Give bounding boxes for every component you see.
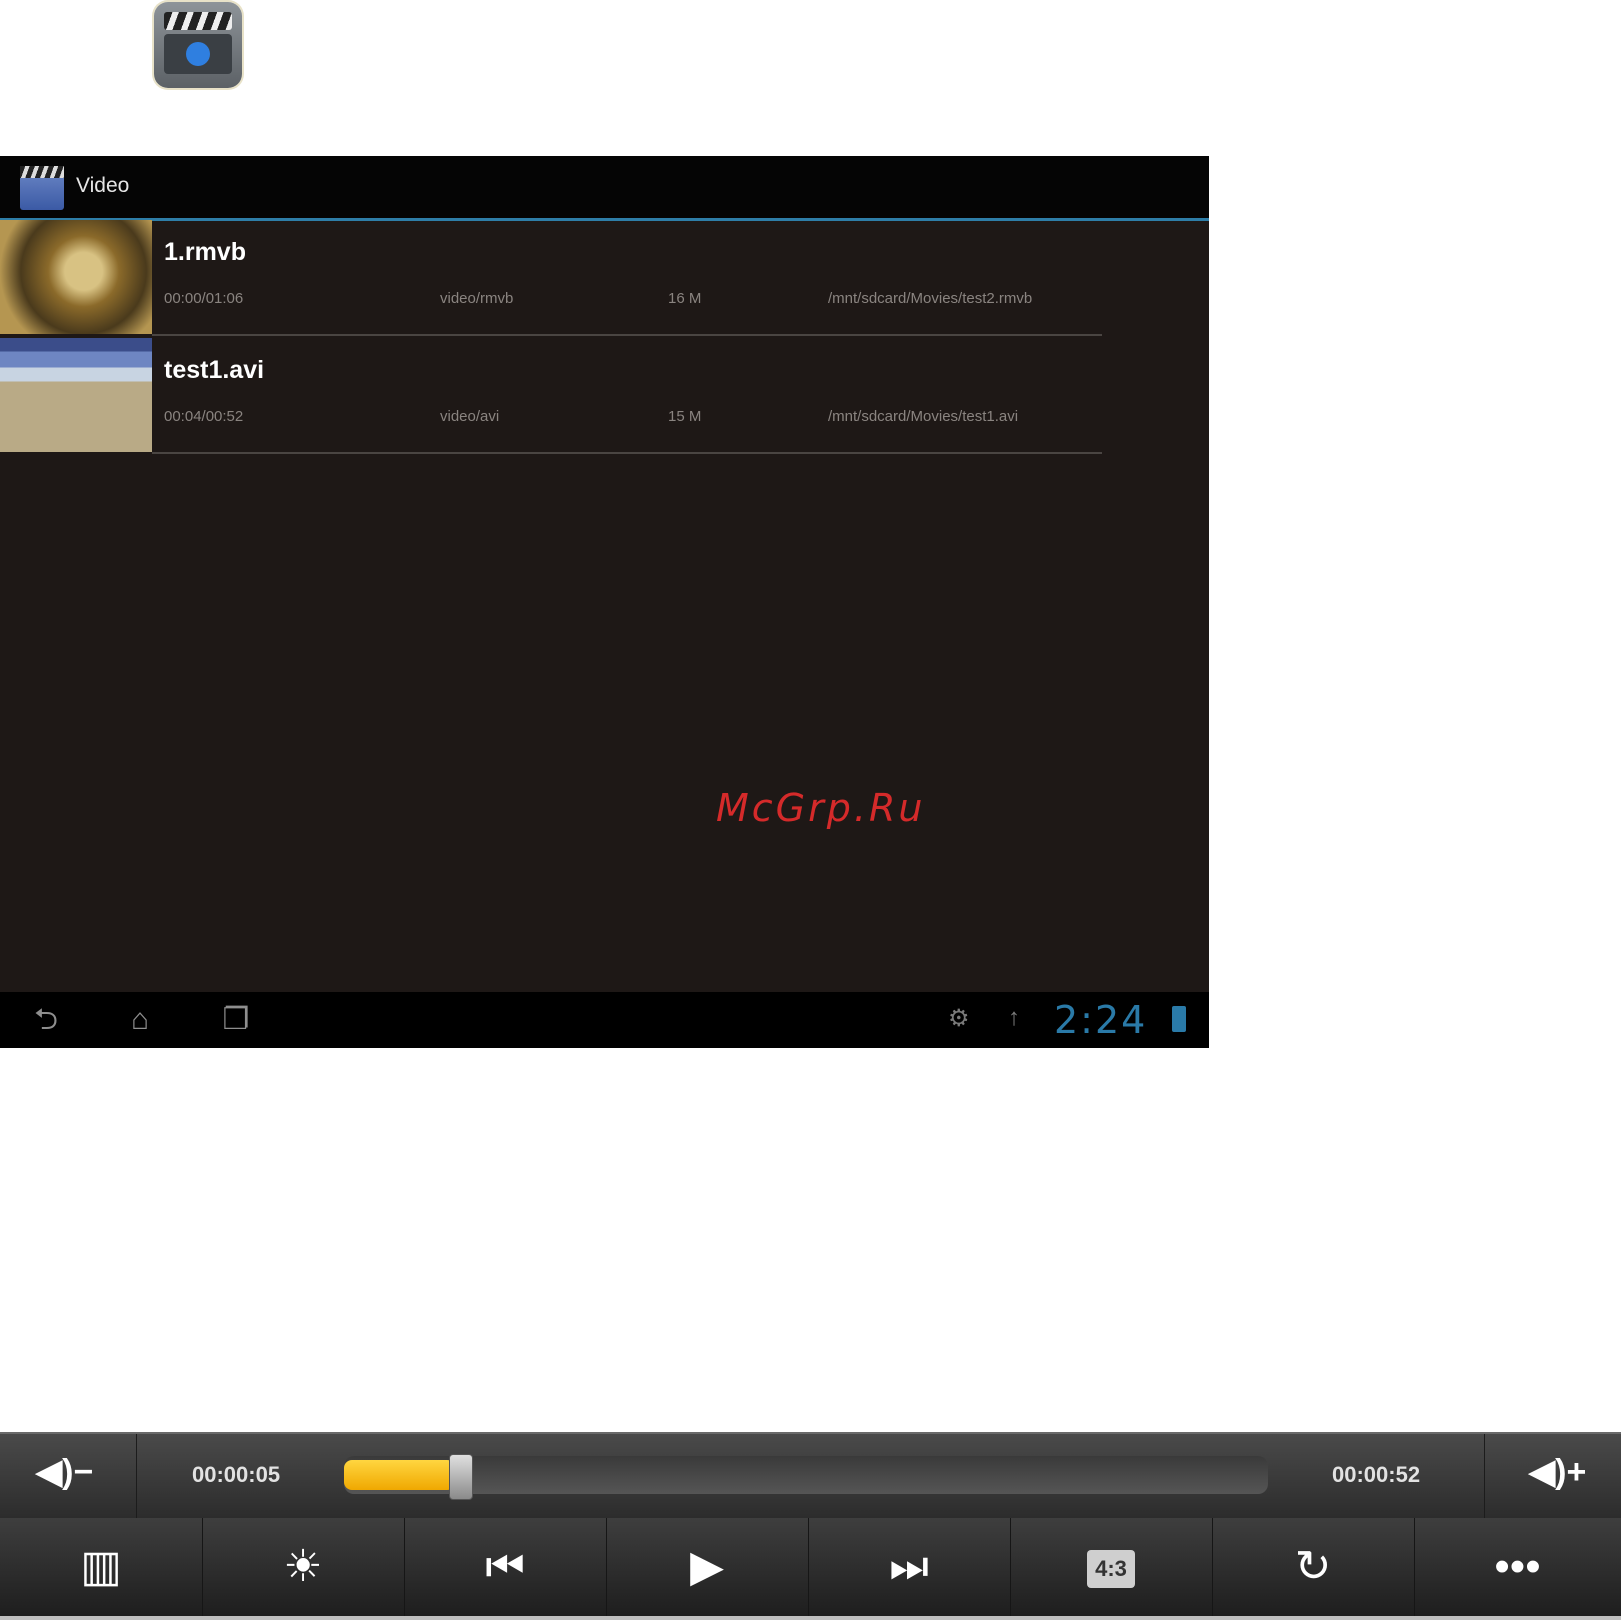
volume-down-button[interactable]: ◀)−	[36, 1452, 93, 1492]
action-bar: Video	[0, 156, 1209, 221]
battery-icon	[1172, 1006, 1186, 1032]
back-icon[interactable]: ⮌	[18, 1000, 74, 1040]
brightness-icon: ☀	[283, 1542, 323, 1591]
recent-apps-icon[interactable]: ❐	[208, 1000, 264, 1040]
video-thumbnail	[0, 338, 152, 452]
video-thumbnail	[0, 220, 152, 334]
play-icon: ▶	[690, 1542, 724, 1591]
video-list-item[interactable]: test1.avi 00:04/00:52 video/avi 15 M /mn…	[0, 338, 1209, 454]
video-list-item[interactable]: 1.rmvb 00:00/01:06 video/rmvb 16 M /mnt/…	[0, 220, 1209, 336]
repeat-icon: ↻	[1294, 1542, 1332, 1591]
video-type: video/rmvb	[440, 290, 514, 307]
aspect-ratio-button[interactable]: 4:3	[1010, 1518, 1213, 1616]
video-size: 16 M	[668, 290, 702, 307]
row-divider	[152, 334, 1102, 336]
settings-icon[interactable]: ⚙	[948, 1004, 970, 1033]
usb-icon: ↑	[1008, 1004, 1020, 1031]
video-app-clapperboard-icon[interactable]	[154, 2, 242, 88]
repeat-button[interactable]: ↻	[1212, 1518, 1415, 1616]
video-path: /mnt/sdcard/Movies/test1.avi	[828, 408, 1019, 425]
volume-up-cell: ◀)+	[1484, 1434, 1621, 1518]
volume-down-cell: ◀)−	[0, 1434, 137, 1518]
brightness-button[interactable]: ☀	[202, 1518, 405, 1616]
system-nav-bar: ⮌ ⌂ ❐ ⚙ ↑ 2:24	[0, 992, 1209, 1048]
tablet-screen: Video 1.rmvb 00:00/01:06 video/rmvb 16 M…	[0, 156, 1209, 1048]
watermark: McGrp.Ru	[716, 786, 926, 830]
total-time: 00:00:52	[1332, 1462, 1421, 1487]
playlist-button[interactable]: ▥	[0, 1518, 203, 1616]
video-duration: 00:04/00:52	[164, 408, 244, 425]
next-button[interactable]: ⏭	[808, 1518, 1011, 1616]
seek-track[interactable]	[344, 1454, 1268, 1500]
player-control-bar: ▥ ☀ ⏮ ▶ ⏭ 4:3 ↻ •••	[0, 1518, 1621, 1616]
more-button[interactable]: •••	[1414, 1518, 1621, 1616]
seek-progress-fill	[344, 1460, 455, 1490]
video-type: video/avi	[440, 408, 500, 425]
video-duration: 00:00/01:06	[164, 290, 244, 307]
home-icon[interactable]: ⌂	[112, 1000, 168, 1040]
current-time: 00:00:05	[192, 1462, 281, 1487]
clapper-top	[164, 12, 232, 30]
video-path: /mnt/sdcard/Movies/test2.rmvb	[828, 290, 1033, 307]
clapperboard-icon[interactable]	[20, 166, 64, 210]
volume-up-button[interactable]: ◀)+	[1529, 1452, 1586, 1492]
row-divider	[152, 452, 1102, 454]
seek-thumb[interactable]	[448, 1454, 473, 1500]
bottom-border	[0, 1616, 1621, 1620]
previous-icon: ⏮	[485, 1542, 525, 1591]
video-name: 1.rmvb	[164, 238, 246, 266]
clapper-body	[164, 34, 232, 74]
video-size: 15 M	[668, 408, 702, 425]
player-seek-bar: ◀)− 00:00:05 00:00:52 ◀)+	[0, 1432, 1621, 1518]
action-bar-title: Video	[76, 174, 130, 197]
playlist-icon: ▥	[80, 1542, 122, 1591]
aspect-ratio-label: 4:3	[1087, 1550, 1135, 1589]
clock: 2:24	[1054, 998, 1148, 1042]
play-button[interactable]: ▶	[606, 1518, 809, 1616]
video-name: test1.avi	[164, 356, 265, 384]
more-icon: •••	[1494, 1542, 1541, 1591]
next-icon: ⏭	[889, 1542, 929, 1591]
previous-button[interactable]: ⏮	[404, 1518, 607, 1616]
